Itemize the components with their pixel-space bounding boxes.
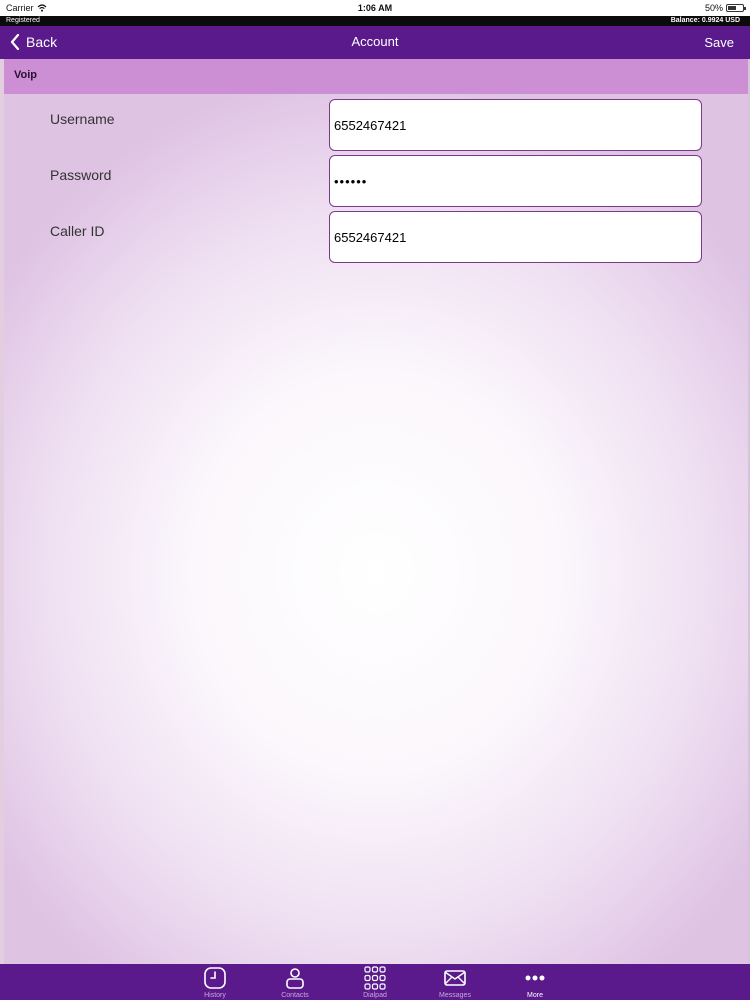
battery-indicator: 50% [704,3,746,13]
clock-time: 1:06 AM [357,3,393,13]
password-field[interactable] [329,155,702,207]
caller-id-row: Caller ID [4,206,748,263]
clock-icon [204,967,226,989]
tab-history-label: History [204,992,226,999]
person-icon [286,968,304,989]
tab-bar: History Contacts Dialpad Messages More [0,964,750,1000]
password-label: Password [50,167,112,183]
username-row: Username [4,94,748,151]
account-info-strip: Registered Balance: 0.9924 USD [0,16,750,26]
password-row: Password [4,150,748,207]
more-icon [525,975,545,981]
registration-status: Registered [6,17,40,24]
username-field[interactable] [329,99,702,151]
balance-readout: Balance: 0.9924 USD [670,17,740,24]
caller-id-field[interactable] [329,211,702,263]
envelope-icon [444,970,466,986]
tab-contacts-label: Contacts [281,992,309,999]
tab-dialpad-label: Dialpad [363,992,387,999]
section-title: Voip [14,69,38,81]
tab-messages[interactable]: Messages [425,964,485,1000]
page-title: Account [351,34,399,49]
dialpad-icon [364,966,386,990]
tab-more-label: More [527,992,543,999]
battery-icon [726,4,746,12]
account-form-panel: Username Password Caller ID [4,94,748,964]
section-header-voip: Voip [4,59,748,94]
username-label: Username [50,111,115,127]
tab-contacts[interactable]: Contacts [265,964,325,1000]
battery-percent: 50% [704,3,723,13]
tab-dialpad[interactable]: Dialpad [345,964,405,1000]
save-button[interactable]: Save [704,35,734,50]
navigation-bar: Back Account Save [0,26,750,59]
tab-messages-label: Messages [439,992,471,999]
tab-more[interactable]: More [505,964,565,1000]
caller-id-label: Caller ID [50,223,105,239]
status-bar: Carrier 1:06 AM 50% [0,0,750,16]
tab-history[interactable]: History [185,964,245,1000]
